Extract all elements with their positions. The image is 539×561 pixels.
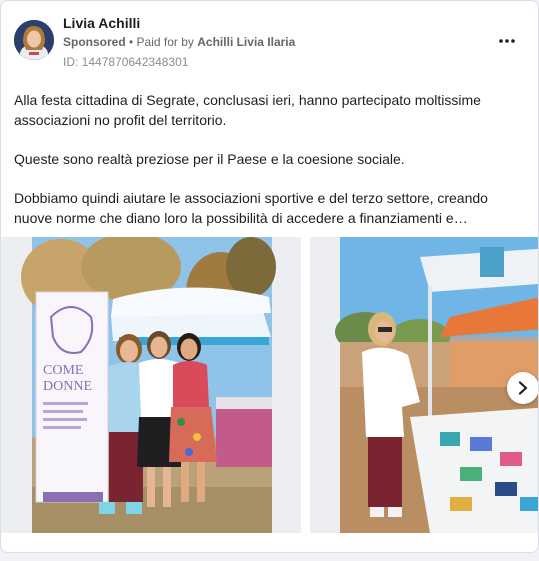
ad-id: ID: 1447870642348301 [63, 55, 189, 69]
profile-photo [14, 20, 54, 60]
chevron-right-icon [518, 381, 528, 395]
meta-separator: • [125, 35, 137, 49]
sponsor-line: Sponsored • Paid for by Achilli Livia Il… [63, 35, 295, 49]
sponsored-post-card: Livia Achilli Sponsored • Paid for by Ac… [0, 0, 539, 553]
carousel-slide-1[interactable]: COME DONNE [1, 237, 301, 533]
carousel-image-1: COME DONNE [1, 237, 301, 533]
post-paragraph: Queste sono realtà preziose per il Paese… [14, 151, 405, 167]
more-horizontal-icon [499, 39, 515, 43]
post-paragraph: Alla festa cittadina di Segrate, conclus… [14, 92, 481, 128]
banner-text-2: DONNE [43, 379, 92, 394]
carousel-image-2 [310, 237, 538, 533]
image-carousel: COME DONNE [1, 237, 538, 533]
post-body: Alla festa cittadina di Segrate, conclus… [14, 90, 519, 247]
paid-for-label: Paid for by [136, 35, 194, 49]
avatar[interactable] [14, 20, 54, 60]
post-paragraph: Dobbiamo quindi aiutare le associazioni … [14, 190, 488, 226]
author-name[interactable]: Livia Achilli [63, 15, 140, 31]
banner-text-1: COME [43, 363, 83, 378]
carousel-next-button[interactable] [507, 372, 538, 404]
carousel-slide-2[interactable] [310, 237, 538, 533]
payer-name: Achilli Livia Ilaria [197, 35, 296, 49]
more-options-button[interactable] [495, 29, 519, 53]
sponsored-label: Sponsored [63, 35, 126, 49]
